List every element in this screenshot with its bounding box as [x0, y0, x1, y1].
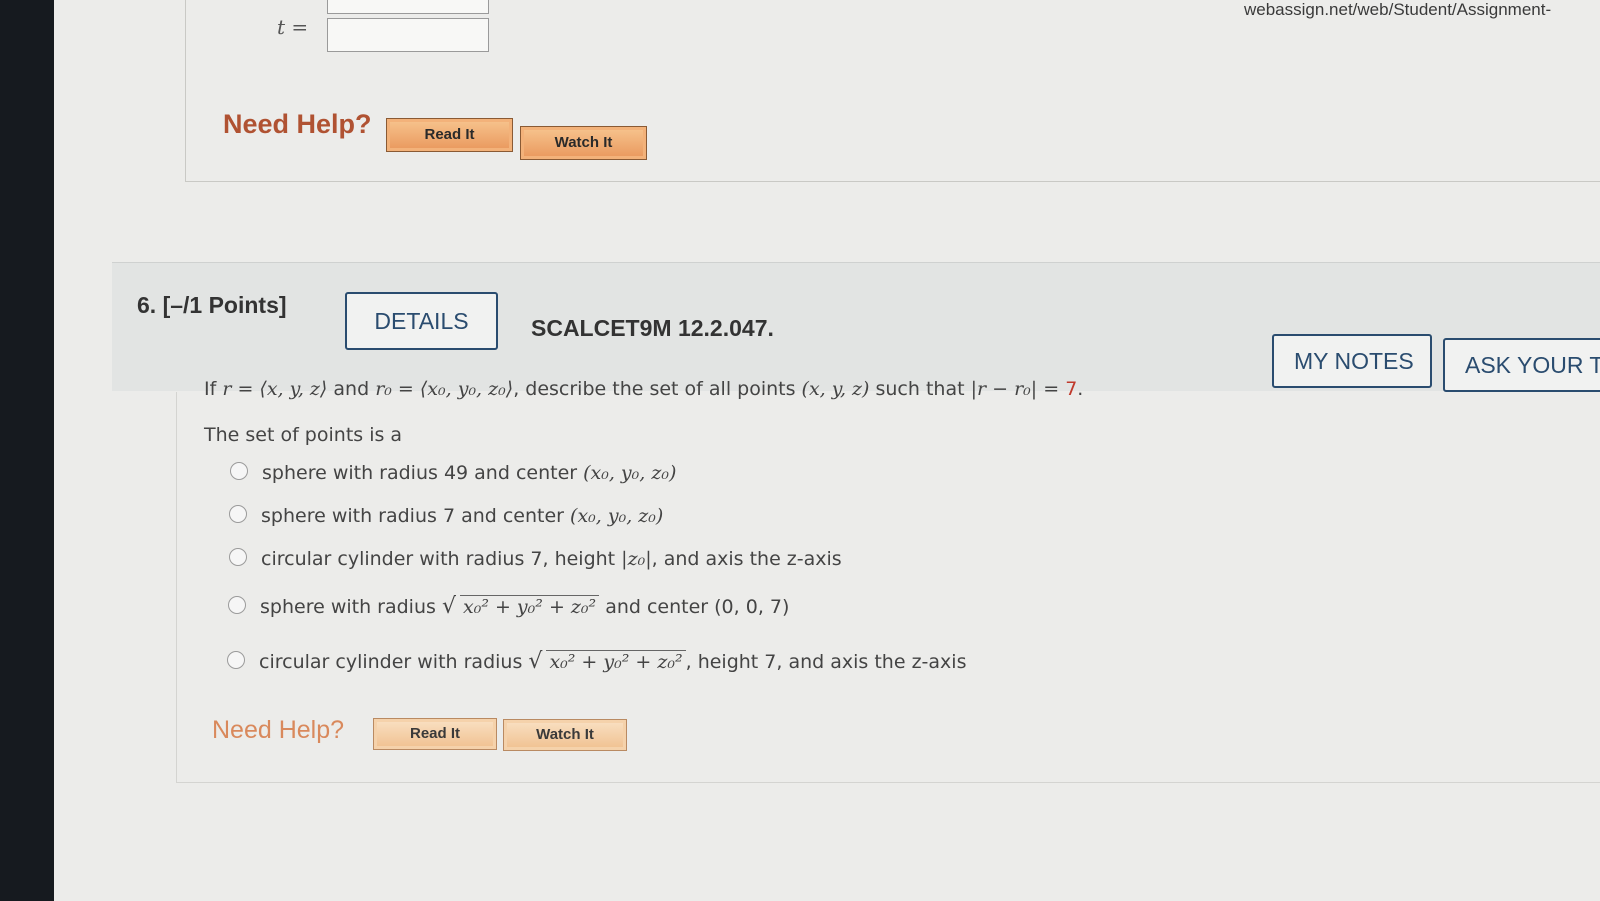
option-3-math: |z₀| — [621, 548, 652, 570]
option-2-text: sphere with radius 7 and center — [261, 505, 571, 527]
option-3-text: circular cylinder with radius 7, height — [261, 548, 622, 570]
need-help-label: Need Help? — [223, 109, 372, 139]
r0-definition: r₀ = ⟨x₀, y₀, z₀⟩ — [375, 378, 514, 400]
prompt-such-that: such that — [869, 378, 971, 400]
read-it-button[interactable]: Read It — [386, 118, 513, 152]
option-1-text: sphere with radius 49 and center — [262, 462, 584, 484]
option-3-label[interactable]: circular cylinder with radius 7, height … — [261, 548, 842, 570]
prompt-end: . — [1077, 378, 1084, 400]
r-definition: r = ⟨x, y, z⟩ — [222, 378, 328, 400]
t-label: t = — [277, 15, 309, 39]
option-2-radio[interactable] — [229, 505, 247, 523]
watch-it-button-q6[interactable]: Watch It — [503, 719, 627, 751]
option-5-math: x₀² + y₀² + z₀² — [546, 650, 686, 673]
condition-rhs: 7 — [1065, 378, 1078, 400]
watch-it-button[interactable]: Watch It — [520, 126, 647, 160]
monitor-bezel — [0, 0, 54, 901]
details-button[interactable]: DETAILS — [345, 292, 498, 350]
question-number: 6. [–/1 Points] — [137, 292, 287, 318]
option-4-text: sphere with radius — [260, 596, 442, 618]
option-5-text: circular cylinder with radius — [259, 651, 529, 673]
ask-your-teacher-button[interactable]: ASK YOUR TE — [1443, 338, 1600, 392]
option-5-radio[interactable] — [227, 651, 245, 669]
question-code: SCALCET9M 12.2.047. — [531, 315, 774, 341]
option-4-math: x₀² + y₀² + z₀² — [459, 595, 600, 618]
t-answer-input[interactable] — [327, 18, 489, 52]
option-3-suffix: , and axis the z-axis — [651, 548, 842, 570]
answer-input-above[interactable] — [327, 0, 489, 14]
option-2-math: (x₀, y₀, z₀) — [570, 505, 664, 527]
read-it-button-q6[interactable]: Read It — [373, 718, 497, 750]
prompt-middle: , describe the set of all points — [513, 378, 802, 400]
option-3-radio[interactable] — [229, 548, 247, 566]
sqrt-symbol: √ — [528, 649, 543, 674]
need-help-label-q6: Need Help? — [212, 716, 345, 744]
sqrt-symbol: √ — [441, 594, 456, 619]
option-4-label[interactable]: sphere with radius √ x₀² + y₀² + z₀² and … — [260, 594, 789, 619]
prompt-and: and — [327, 378, 376, 400]
my-notes-button[interactable]: MY NOTES — [1272, 334, 1432, 388]
option-1-radio[interactable] — [230, 462, 248, 480]
prompt-prefix: If — [204, 378, 223, 400]
option-2-label[interactable]: sphere with radius 7 and center (x₀, y₀,… — [261, 505, 663, 527]
condition-lhs: |r − r₀| = — [970, 378, 1066, 400]
lead-in-text: The set of points is a — [204, 424, 403, 446]
question-prompt: If r = ⟨x, y, z⟩ and r₀ = ⟨x₀, y₀, z₀⟩, … — [204, 378, 1083, 400]
option-5-label[interactable]: circular cylinder with radius √ x₀² + y₀²… — [259, 649, 966, 674]
option-1-label[interactable]: sphere with radius 49 and center (x₀, y₀… — [262, 462, 676, 484]
option-4-suffix: and center (0, 0, 7) — [599, 596, 790, 618]
option-1-math: (x₀, y₀, z₀) — [583, 462, 677, 484]
point-notation: (x, y, z) — [801, 378, 870, 400]
option-4-radio[interactable] — [228, 596, 246, 614]
option-5-suffix: , height 7, and axis the z-axis — [685, 651, 967, 673]
